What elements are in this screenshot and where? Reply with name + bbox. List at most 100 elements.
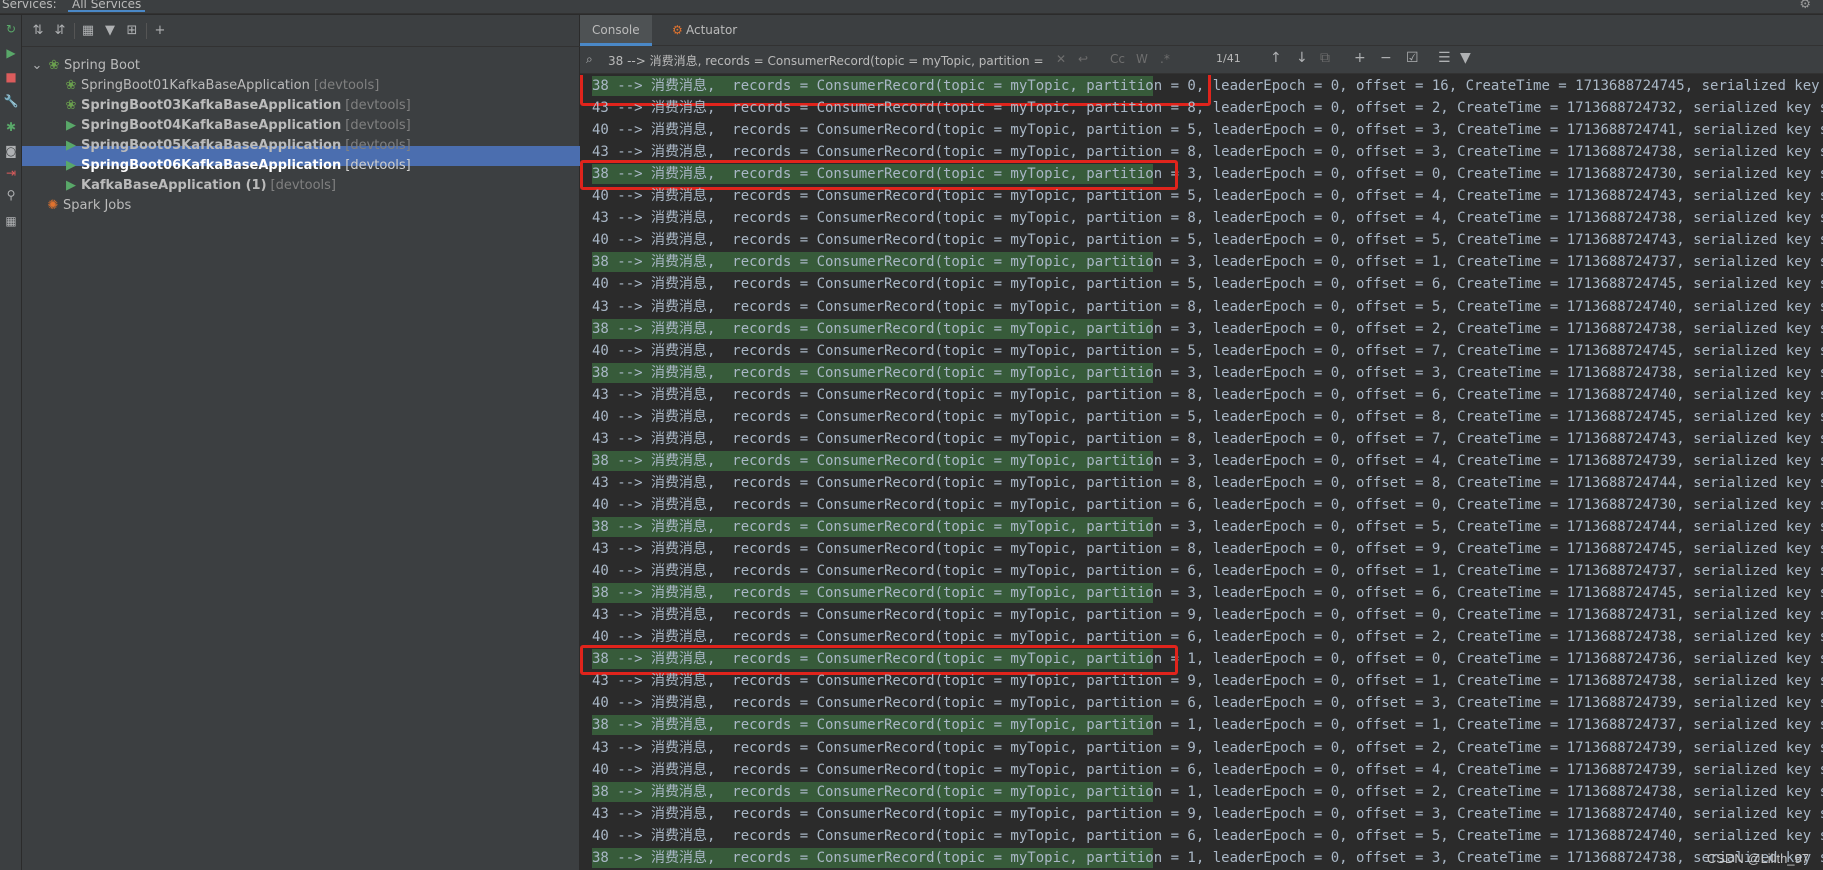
toolbar-divider <box>74 23 75 39</box>
chevron-down-icon[interactable]: ⌄ <box>30 56 44 76</box>
log-line-text: 38 --> 消费消息, records = ConsumerRecord(to… <box>592 364 1823 381</box>
inspect-icon[interactable]: ⚲ <box>3 187 19 203</box>
layout-icon[interactable]: ▦ <box>3 213 19 229</box>
log-line-text: 40 --> 消费消息, records = ConsumerRecord(to… <box>592 232 1823 249</box>
toggle-all-icon[interactable]: ☑ <box>1406 50 1419 66</box>
rerun-icon[interactable]: ↻ <box>3 21 19 37</box>
log-line-text: 43 --> 消费消息, records = ConsumerRecord(to… <box>592 541 1823 558</box>
filter-results-icon[interactable]: ▼ <box>1460 50 1471 66</box>
add-service-icon[interactable]: + <box>152 23 168 39</box>
toolbar-divider <box>146 23 147 39</box>
log-line-text: 43 --> 消费消息, records = ConsumerRecord(to… <box>592 474 1823 491</box>
run-icon: ▶ <box>66 158 76 173</box>
wrench-icon[interactable]: 🔧 <box>3 93 19 109</box>
select-all-occurrences-icon[interactable]: ⧉ <box>1320 50 1330 66</box>
tree-node-spring-boot[interactable]: ⌄ ❀ Spring Boot <box>30 56 140 76</box>
open-in-window-icon[interactable]: ☰ <box>1438 50 1451 66</box>
expand-all-icon[interactable]: ⇅ <box>30 23 46 39</box>
new-tab-icon[interactable]: ⊞ <box>124 23 140 39</box>
spark-icon: ✺ <box>47 198 59 213</box>
tree-node-spark-jobs[interactable]: ✺ Spark Jobs <box>46 196 132 216</box>
log-line-text: 43 --> 消费消息, records = ConsumerRecord(to… <box>592 430 1823 447</box>
run-all-icon[interactable]: ▶ <box>3 45 19 61</box>
regex-toggle[interactable]: .* <box>1160 52 1170 66</box>
find-bar: ⌕ 38 --> 消费消息, records = ConsumerRecord(… <box>580 46 1823 74</box>
exit-icon[interactable]: ⇥ <box>3 165 19 181</box>
tree-node-kafka-base-app[interactable]: ▶ KafkaBaseApplication (1) [devtools] <box>64 176 336 196</box>
group-by-icon[interactable]: ▦ <box>80 23 96 39</box>
log-line-text: 40 --> 消费消息, records = ConsumerRecord(to… <box>592 408 1823 425</box>
log-line: 40 --> 消费消息, records = ConsumerRecord(to… <box>580 119 1823 141</box>
devtools-tag: [devtools] <box>345 118 411 133</box>
match-case-toggle[interactable]: Cc <box>1110 52 1125 66</box>
tab-actuator[interactable]: Actuator <box>656 15 749 46</box>
log-line: 38 --> 消费消息, records = ConsumerRecord(to… <box>580 251 1823 273</box>
console-tab-bar: Console Actuator ⚙ <box>580 15 1823 46</box>
tree-node-app-06[interactable]: ▶ SpringBoot06KafkaBaseApplication [devtoo… <box>64 156 411 176</box>
log-line: 40 --> 消费消息, records = ConsumerRecord(to… <box>580 759 1823 781</box>
log-line-text: 40 --> 消费消息, records = ConsumerRecord(to… <box>592 827 1823 844</box>
log-line-text: 43 --> 消费消息, records = ConsumerRecord(to… <box>592 739 1823 756</box>
log-line: 38 --> 消费消息, records = ConsumerRecord(to… <box>580 714 1823 736</box>
log-line-text: 43 --> 消费消息, records = ConsumerRecord(to… <box>592 607 1823 624</box>
app-name: SpringBoot06KafkaBaseApplication <box>81 158 342 173</box>
camera-icon[interactable]: ◙ <box>3 143 19 159</box>
devtools-tag: [devtools] <box>345 138 411 153</box>
tab-console[interactable]: Console <box>580 15 652 46</box>
log-line-text: 40 --> 消费消息, records = ConsumerRecord(to… <box>592 496 1823 513</box>
gear-icon[interactable]: ⚙ <box>1799 0 1811 12</box>
app-name: SpringBoot04KafkaBaseApplication <box>81 118 342 133</box>
log-line-text: 40 --> 消费消息, records = ConsumerRecord(to… <box>592 342 1823 359</box>
app-name: KafkaBaseApplication (1) <box>81 178 267 193</box>
tree-node-app-01[interactable]: ❀ SpringBoot01KafkaBaseApplication [devtoo… <box>64 76 380 96</box>
log-line: 38 --> 消费消息, records = ConsumerRecord(to… <box>580 362 1823 384</box>
log-line: 40 --> 消费消息, records = ConsumerRecord(to… <box>580 185 1823 207</box>
log-line: 43 --> 消费消息, records = ConsumerRecord(to… <box>580 737 1823 759</box>
log-line-text: 38 --> 消费消息, records = ConsumerRecord(to… <box>592 717 1823 734</box>
log-line-text: 43 --> 消费消息, records = ConsumerRecord(to… <box>592 805 1823 822</box>
next-match-icon[interactable]: ↓ <box>1296 50 1308 66</box>
run-icon: ▶ <box>66 118 76 133</box>
words-toggle[interactable]: W <box>1136 52 1148 66</box>
tree-node-app-03[interactable]: ❀ SpringBoot03KafkaBaseApplication [devtoo… <box>64 96 411 116</box>
match-count: 1/41 <box>1216 52 1241 65</box>
left-action-strip: ↻ ▶ ■ 🔧 ✱ ◙ ⇥ ⚲ ▦ <box>0 15 22 870</box>
actuator-icon: ⚙ <box>672 23 683 37</box>
previous-match-icon[interactable]: ↑ <box>1270 50 1282 66</box>
devtools-tag: [devtools] <box>270 178 337 193</box>
log-line: 40 --> 消费消息, records = ConsumerRecord(to… <box>580 273 1823 295</box>
log-line: 43 --> 消费消息, records = ConsumerRecord(to… <box>580 384 1823 406</box>
stop-icon[interactable]: ■ <box>3 69 19 85</box>
history-icon[interactable]: ↩ <box>1078 52 1088 66</box>
log-line: 40 --> 消费消息, records = ConsumerRecord(to… <box>580 560 1823 582</box>
tree-node-app-04[interactable]: ▶ SpringBoot04KafkaBaseApplication [devtoo… <box>64 116 411 136</box>
app-name: SpringBoot01KafkaBaseApplication <box>81 78 310 93</box>
log-line-text: 40 --> 消费消息, records = ConsumerRecord(to… <box>592 695 1823 712</box>
services-tree-panel: ⇅ ⇵ ▦ ▼ ⊞ + ⌄ ❀ Spring Boot ❀ SpringBoot01K… <box>22 15 580 870</box>
spring-boot-label: Spring Boot <box>64 58 141 73</box>
log-line-text: 43 --> 消费消息, records = ConsumerRecord(to… <box>592 386 1823 403</box>
log-line: 40 --> 消费消息, records = ConsumerRecord(to… <box>580 229 1823 251</box>
log-line-text: 38 --> 消费消息, records = ConsumerRecord(to… <box>592 849 1823 866</box>
services-label: Services: <box>2 0 57 11</box>
debug-icon[interactable]: ✱ <box>3 119 19 135</box>
tree-toolbar: ⇅ ⇵ ▦ ▼ ⊞ + <box>22 15 580 47</box>
tree-node-app-05[interactable]: ▶ SpringBoot05KafkaBaseApplication [devtoo… <box>64 136 411 156</box>
clear-search-icon[interactable]: ✕ <box>1056 52 1066 66</box>
app-name: SpringBoot05KafkaBaseApplication <box>81 138 342 153</box>
console-output[interactable]: 38 --> 消费消息, records = ConsumerRecord(to… <box>580 75 1823 870</box>
log-line: 43 --> 消费消息, records = ConsumerRecord(to… <box>580 207 1823 229</box>
tab-all-services[interactable]: All Services <box>68 0 146 12</box>
log-line: 38 --> 消费消息, records = ConsumerRecord(to… <box>580 582 1823 604</box>
add-selection-icon[interactable]: + <box>1354 50 1366 66</box>
log-line-text: 38 --> 消费消息, records = ConsumerRecord(to… <box>592 519 1823 535</box>
log-line-text: 40 --> 消费消息, records = ConsumerRecord(to… <box>592 761 1823 778</box>
search-input[interactable]: 38 --> 消费消息, records = ConsumerRecord(to… <box>608 52 1044 69</box>
log-line: 43 --> 消费消息, records = ConsumerRecord(to… <box>580 296 1823 318</box>
collapse-all-icon[interactable]: ⇵ <box>52 23 68 39</box>
filter-icon[interactable]: ▼ <box>102 23 118 39</box>
log-line-text: 40 --> 消费消息, records = ConsumerRecord(to… <box>592 188 1823 205</box>
log-line-text: 40 --> 消费消息, records = ConsumerRecord(to… <box>592 276 1823 293</box>
remove-selection-icon[interactable]: − <box>1380 50 1392 66</box>
spring-app-icon: ❀ <box>65 78 77 93</box>
